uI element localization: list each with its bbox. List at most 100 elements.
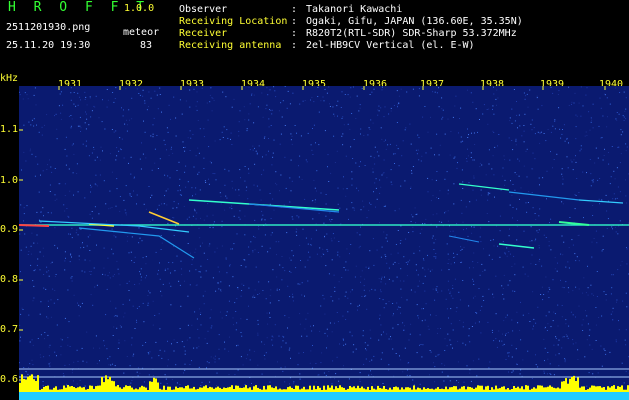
receiver-value: R820T2(RTL-SDR) SDR-Sharp 53.372MHz [306, 28, 517, 39]
signal-bar [105, 375, 107, 392]
signal-bar [121, 388, 123, 392]
observer-colon: : [291, 4, 298, 15]
signal-bar [539, 385, 541, 392]
signal-bar [119, 387, 121, 392]
signal-bar [531, 388, 533, 392]
signal-bar [325, 389, 327, 392]
signal-bar [267, 385, 269, 392]
signal-bar [369, 390, 371, 392]
signal-bar [97, 385, 99, 392]
signal-bar [383, 386, 385, 392]
y-tick-label: 1.0 [0, 175, 19, 186]
signal-bar [241, 388, 243, 392]
signal-bar [221, 388, 223, 392]
signal-bar [433, 389, 435, 392]
signal-bar [481, 385, 483, 392]
signal-bar [123, 387, 125, 392]
signal-bar [499, 388, 501, 392]
signal-bar [535, 388, 537, 392]
signal-bar [469, 387, 471, 392]
signal-bar [567, 383, 569, 392]
signal-bar [223, 387, 225, 392]
signal-bar [511, 389, 513, 392]
signal-bar [201, 387, 203, 392]
signal-bar [305, 389, 307, 392]
signal-bar [23, 378, 25, 392]
signal-bar [605, 389, 607, 392]
signal-bar [253, 386, 255, 392]
signal-bar [255, 385, 257, 392]
receiver-label: Receiver [179, 28, 228, 39]
signal-bar [29, 375, 31, 392]
signal-bar [625, 389, 627, 392]
signal-bar [623, 389, 625, 392]
signal-bar [611, 386, 613, 392]
signal-bar [399, 389, 401, 392]
signal-bar [67, 385, 69, 392]
signal-bar [593, 385, 595, 392]
signal-bar [321, 390, 323, 392]
signal-bar [459, 388, 461, 392]
signal-bar [93, 388, 95, 392]
signal-bar [389, 387, 391, 392]
signal-bar [209, 386, 211, 392]
signal-bar [159, 388, 161, 392]
signal-bar [365, 389, 367, 392]
signal-bar [81, 387, 83, 392]
signal-bar [443, 389, 445, 392]
signal-bar [573, 375, 575, 392]
signal-bar [601, 387, 603, 392]
signal-bar [343, 387, 345, 392]
signal-bar [83, 387, 85, 392]
signal-bar [315, 389, 317, 392]
signal-bar [271, 387, 273, 392]
signal-bar [407, 387, 409, 392]
signal-bar [421, 389, 423, 392]
signal-bar [579, 387, 581, 392]
signal-bar [309, 385, 311, 392]
signal-bar [215, 387, 217, 392]
signal-bar [43, 386, 45, 392]
signal-bar [425, 388, 427, 392]
signal-bar [377, 385, 379, 392]
signal-bar [463, 386, 465, 392]
signal-bar [149, 381, 151, 392]
signal-bar [367, 386, 369, 392]
signal-bar [541, 385, 543, 392]
signal-bar [205, 385, 207, 392]
signal-bar [461, 386, 463, 392]
signal-bar [213, 388, 215, 392]
signal-bar [227, 387, 229, 392]
signal-bar [495, 385, 497, 392]
signal-bar [207, 388, 209, 392]
signal-bar [177, 388, 179, 392]
signal-bar [419, 388, 421, 392]
mode-label: meteor [123, 27, 160, 38]
signal-bar [561, 381, 563, 392]
signal-bar [557, 387, 559, 392]
signal-bar [537, 385, 539, 392]
signal-bar [115, 386, 117, 392]
location-label: Receiving Location [179, 16, 288, 27]
signal-bar [491, 387, 493, 392]
signal-bar [217, 386, 219, 392]
carrier-hot-segment [19, 224, 50, 227]
signal-bar [211, 387, 213, 392]
signal-bar [75, 388, 77, 392]
signal-bar [171, 389, 173, 392]
signal-bar [103, 382, 105, 392]
signal-bar [411, 389, 413, 392]
signal-bar [575, 381, 577, 392]
signal-bar [607, 386, 609, 392]
signal-bar [621, 385, 623, 392]
signal-bar [295, 385, 297, 392]
location-value: Ogaki, Gifu, JAPAN (136.60E, 35.35N) [306, 16, 523, 27]
signal-bar [613, 385, 615, 392]
signal-bar [259, 388, 261, 392]
signal-bar [233, 389, 235, 392]
signal-bar [291, 387, 293, 392]
signal-bar [571, 377, 573, 392]
signal-bar [249, 387, 251, 392]
signal-bar [479, 385, 481, 392]
signal-bar [263, 385, 265, 392]
